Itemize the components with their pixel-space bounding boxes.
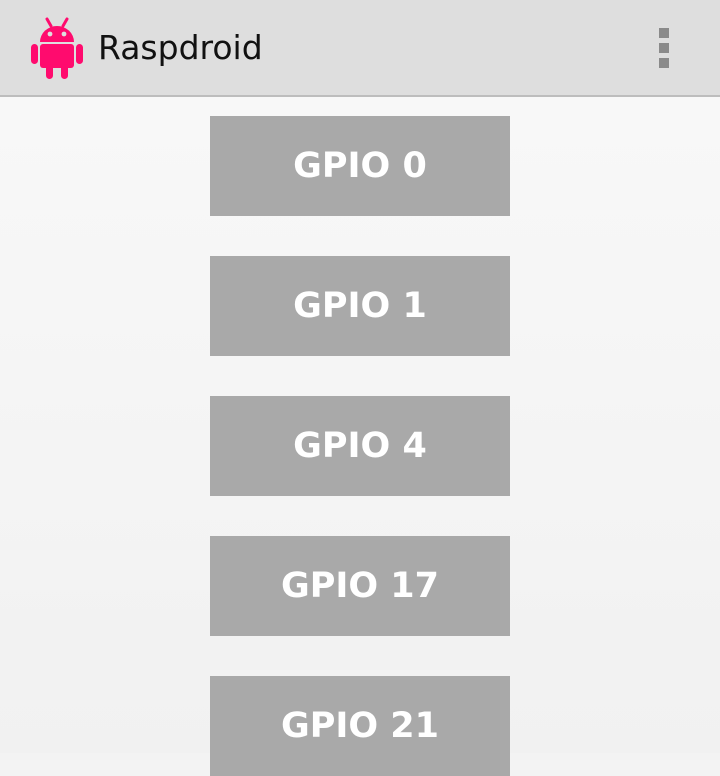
more-vertical-icon-dot-1	[659, 28, 669, 38]
gpio-17-button[interactable]: GPIO 17	[210, 536, 510, 636]
app-title: Raspdroid	[98, 28, 263, 67]
more-vertical-icon-dot-3	[659, 58, 669, 68]
gpio-1-button[interactable]: GPIO 1	[210, 256, 510, 356]
android-robot-icon	[31, 17, 83, 79]
gpio-0-button[interactable]: GPIO 0	[210, 116, 510, 216]
overflow-menu-button[interactable]	[648, 18, 680, 78]
gpio-button-list: GPIO 0 GPIO 1 GPIO 4 GPIO 17 GPIO 21	[0, 97, 720, 776]
action-bar: Raspdroid	[0, 0, 720, 97]
gpio-21-button[interactable]: GPIO 21	[210, 676, 510, 776]
gpio-4-button[interactable]: GPIO 4	[210, 396, 510, 496]
more-vertical-icon-dot-2	[659, 43, 669, 53]
